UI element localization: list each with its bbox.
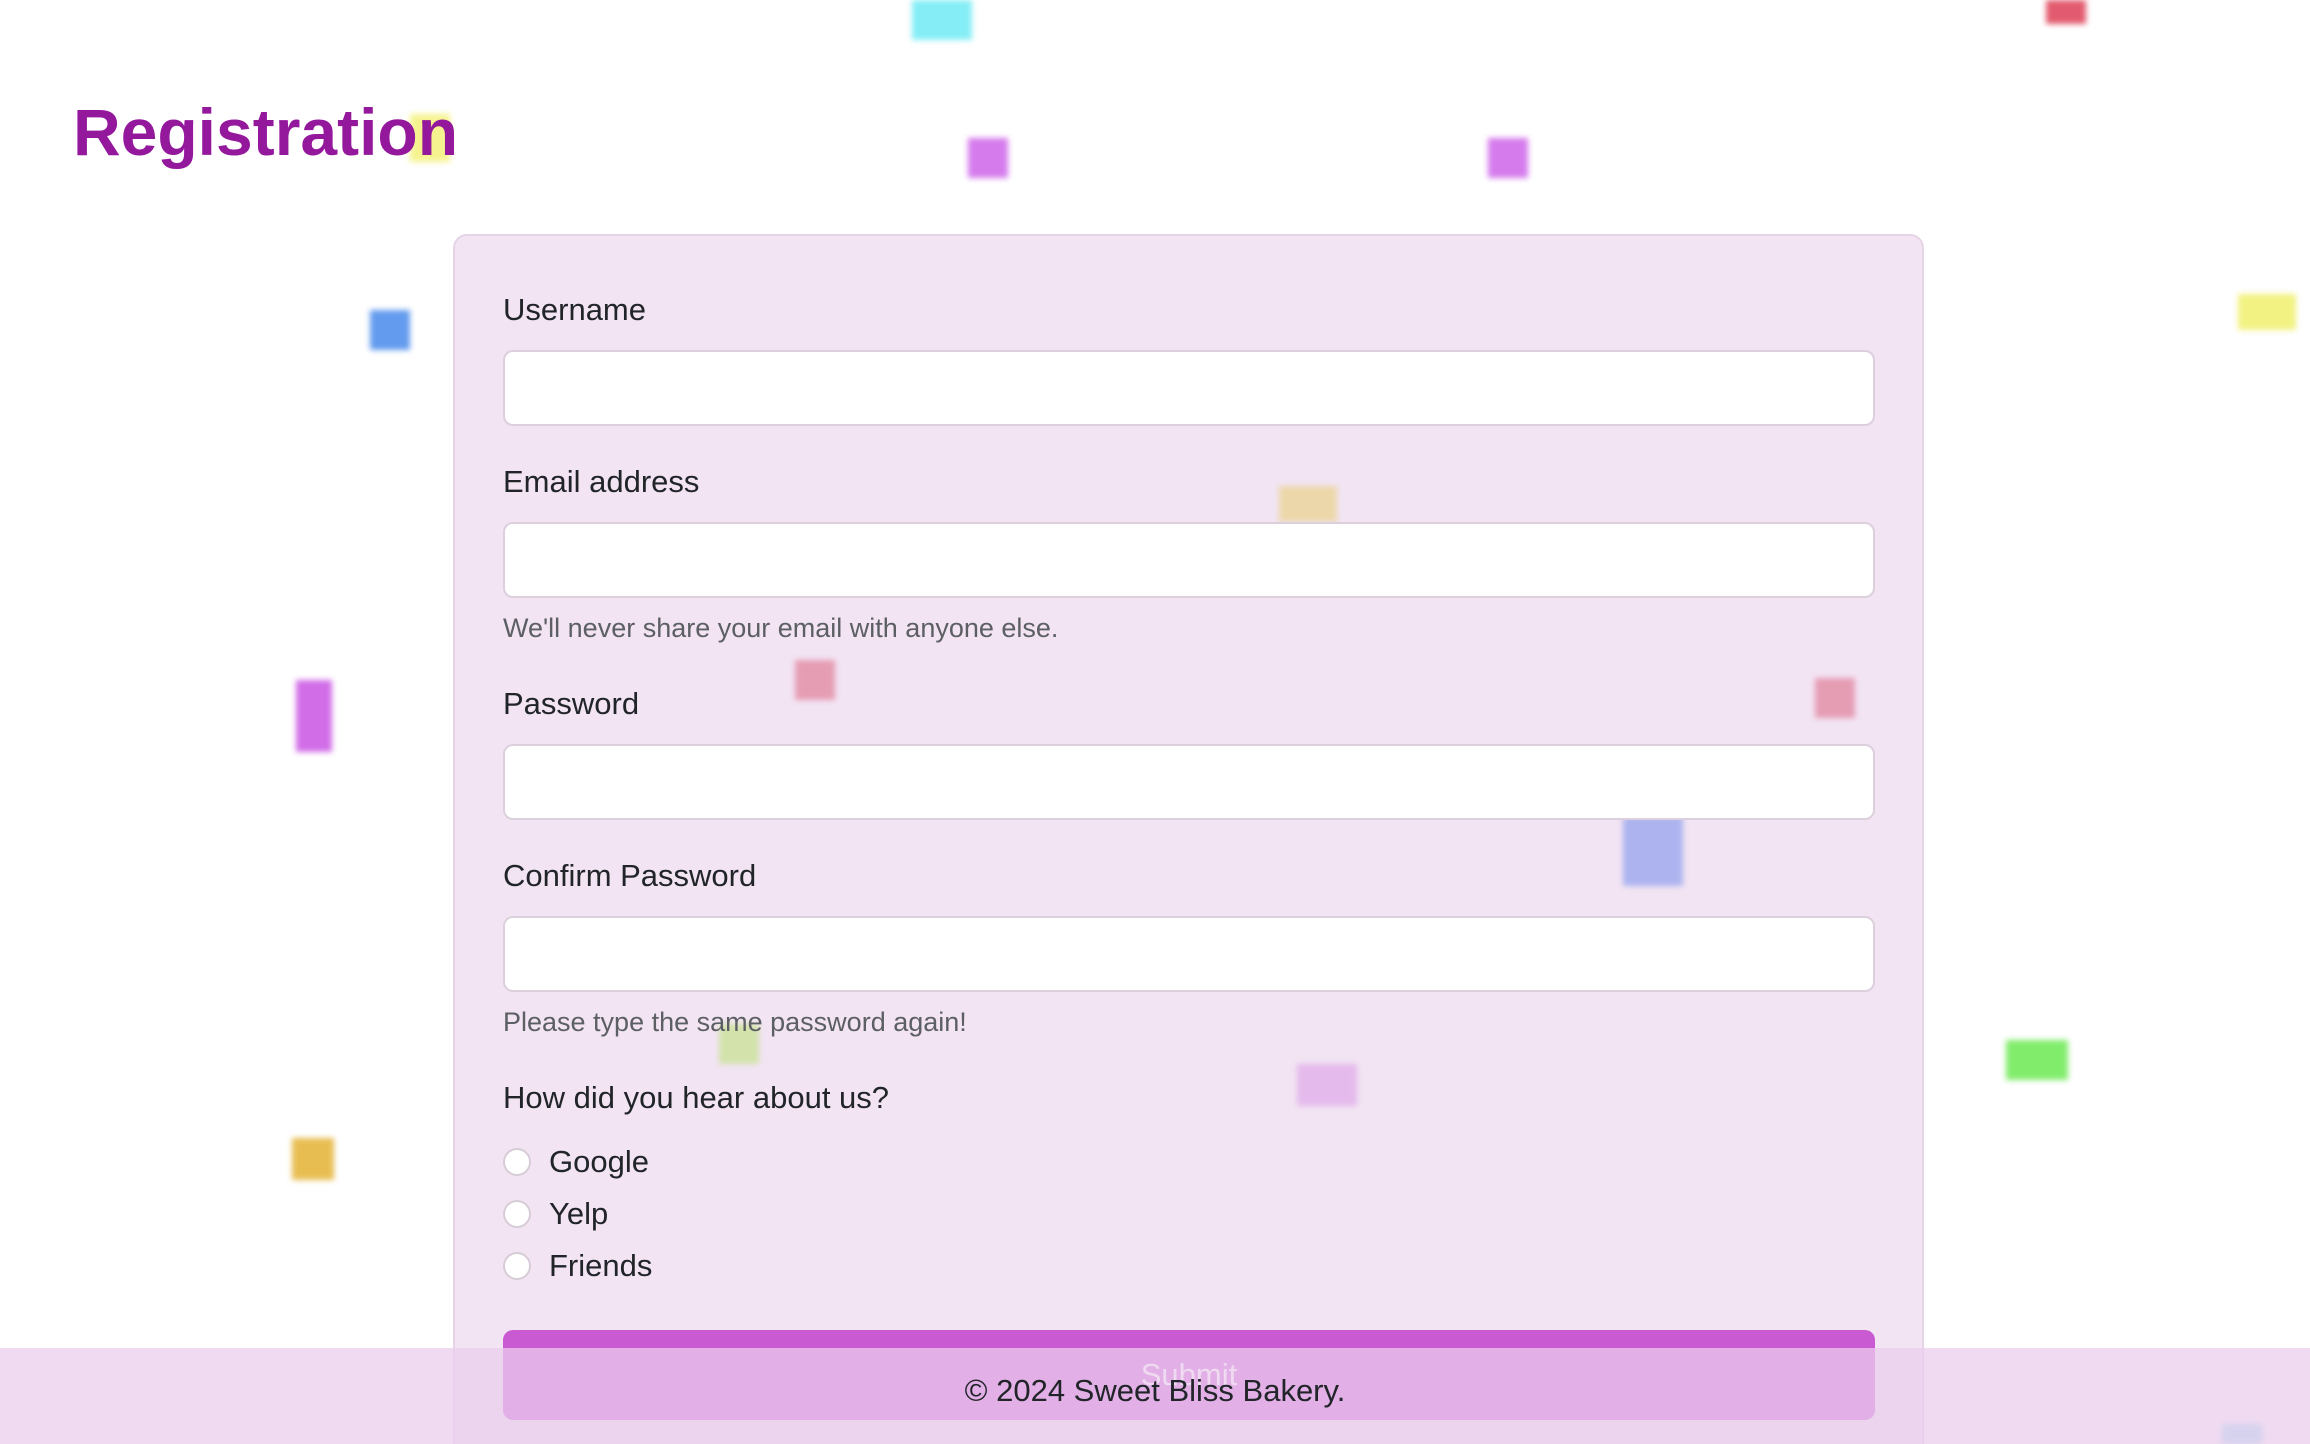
- email-input[interactable]: [503, 522, 1875, 598]
- registration-form: Username Email address We'll never share…: [453, 234, 1924, 1444]
- radio-label-yelp: Yelp: [549, 1196, 609, 1231]
- radio-option-google[interactable]: Google: [503, 1142, 649, 1182]
- confetti-square: [292, 1138, 334, 1180]
- username-label: Username: [503, 292, 646, 327]
- radio-button[interactable]: [503, 1200, 531, 1228]
- confetti-square: [2238, 294, 2296, 330]
- email-label: Email address: [503, 464, 700, 499]
- footer: © 2024 Sweet Bliss Bakery.: [0, 1348, 2310, 1444]
- confetti-square: [296, 680, 332, 752]
- confetti-square: [1815, 678, 1855, 718]
- radio-button[interactable]: [503, 1148, 531, 1176]
- confetti-square: [2006, 1040, 2068, 1080]
- username-input[interactable]: [503, 350, 1875, 426]
- confetti-square: [370, 310, 410, 350]
- confirm-password-input[interactable]: [503, 916, 1875, 992]
- confetti-square: [1488, 138, 1528, 178]
- confirm-password-help-text: Please type the same password again!: [503, 1007, 967, 1037]
- radio-button[interactable]: [503, 1252, 531, 1280]
- confetti-square: [1297, 1064, 1357, 1106]
- confetti-square: [1279, 486, 1337, 522]
- confetti-square: [2046, 0, 2086, 24]
- confetti-square: [1623, 816, 1683, 886]
- footer-copyright: © 2024 Sweet Bliss Bakery.: [964, 1373, 1346, 1408]
- password-label: Password: [503, 686, 640, 721]
- radio-option-yelp[interactable]: Yelp: [503, 1194, 608, 1234]
- email-help-text: We'll never share your email with anyone…: [503, 613, 1059, 643]
- password-input[interactable]: [503, 744, 1875, 820]
- page-title: Registration: [73, 95, 459, 169]
- confetti-square: [795, 660, 835, 700]
- confetti-square: [912, 0, 972, 40]
- confirm-password-label: Confirm Password: [503, 858, 757, 893]
- confetti-square: [968, 138, 1008, 178]
- radio-label-google: Google: [549, 1144, 649, 1179]
- radio-option-friends[interactable]: Friends: [503, 1246, 652, 1286]
- referral-question: How did you hear about us?: [503, 1080, 890, 1115]
- radio-label-friends: Friends: [549, 1248, 653, 1283]
